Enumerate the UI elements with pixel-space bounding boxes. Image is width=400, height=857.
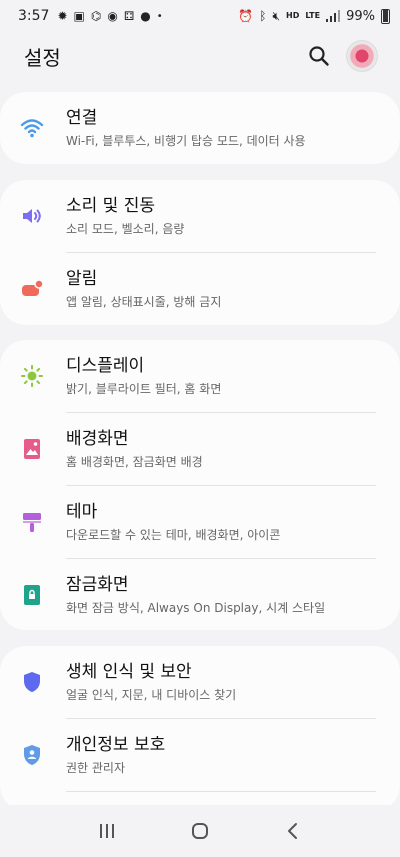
home-button[interactable] (180, 811, 220, 851)
privacy-icon (20, 743, 44, 767)
settings-item-text: 연결 Wi-Fi, 블루투스, 비행기 탑승 모드, 데이터 사용 (66, 107, 384, 149)
more-notifications-dot-icon: • (156, 10, 163, 22)
settings-item-subtitle: 앱 알림, 상태표시줄, 방해 금지 (66, 295, 222, 309)
settings-item-subtitle: 권한 관리자 (66, 761, 126, 775)
settings-item-title: 알림 (66, 269, 98, 289)
settings-item-wallpaper[interactable]: 배경화면 홈 배경화면, 잠금화면 배경 (0, 413, 400, 485)
settings-item-text: 소리 및 진동 소리 모드, 벨소리, 음량 (66, 195, 384, 237)
settings-item-notifications[interactable]: 알림 앱 알림, 상태표시줄, 방해 금지 (0, 253, 400, 325)
settings-item-subtitle: 소리 모드, 벨소리, 음량 (66, 222, 185, 236)
theme-brush-icon (20, 510, 44, 534)
battery-icon (381, 8, 390, 24)
lock-screen-icon (20, 583, 44, 607)
settings-item-text: 알림 앱 알림, 상태표시줄, 방해 금지 (66, 268, 384, 310)
status-bar-left: 3:57 ✹ ▣ ⌬ ◉ ⚃ ● • (18, 8, 163, 24)
recent-apps-button[interactable] (87, 811, 127, 851)
app-notification-icon: ▣ (73, 9, 85, 23)
volume-icon (20, 204, 44, 228)
settings-item-title: 개인정보 보호 (66, 735, 166, 755)
message-notification-icon: ⌬ (90, 9, 102, 23)
settings-item-subtitle: 홈 배경화면, 잠금화면 배경 (66, 455, 203, 469)
settings-item-title: 테마 (66, 502, 98, 522)
settings-item-title: 소리 및 진동 (66, 196, 156, 216)
settings-item-title: 연결 (66, 108, 98, 128)
grid-notification-icon: ⚃ (123, 9, 135, 23)
header-actions (308, 40, 378, 72)
settings-item-title: 생체 인식 및 보안 (66, 662, 192, 682)
settings-item-text: 잠금화면 화면 잠금 방식, Always On Display, 시계 스타일 (66, 574, 384, 616)
settings-item-text: 테마 다운로드할 수 있는 테마, 배경화면, 아이콘 (66, 501, 384, 543)
settings-item-text: 배경화면 홈 배경화면, 잠금화면 배경 (66, 428, 384, 470)
brightness-icon (20, 364, 44, 388)
settings-card-sound: 소리 및 진동 소리 모드, 벨소리, 음량 알림 앱 알림, 상태표시줄, 방… (0, 180, 400, 325)
mute-icon: 🔇︎ (272, 9, 281, 23)
settings-card-connections: 연결 Wi-Fi, 블루투스, 비행기 탑승 모드, 데이터 사용 (0, 92, 400, 164)
signal-icon (326, 10, 341, 22)
settings-item-title: 배경화면 (66, 429, 129, 449)
status-bar-right: ⏰ ᛒ 🔇︎ HD LTE 99% (238, 8, 390, 24)
settings-item-privacy[interactable]: 개인정보 보호 권한 관리자 (0, 719, 400, 791)
page-title: 설정 (24, 45, 61, 70)
status-bar: 3:57 ✹ ▣ ⌬ ◉ ⚃ ● • ⏰ ᛒ 🔇︎ HD LTE 99% (0, 0, 400, 32)
search-icon[interactable] (308, 45, 330, 67)
settings-item-lock-screen[interactable]: 잠금화면 화면 잠금 방식, Always On Display, 시계 스타일 (0, 559, 400, 631)
settings-card-display: 디스플레이 밝기, 블루라이트 필터, 홈 화면 배경화면 홈 배경화면, 잠금… (0, 340, 400, 630)
settings-item-text: 개인정보 보호 권한 관리자 (66, 734, 384, 776)
settings-item-themes[interactable]: 테마 다운로드할 수 있는 테마, 배경화면, 아이콘 (0, 486, 400, 558)
home-icon (191, 823, 208, 839)
settings-item-subtitle: 밝기, 블루라이트 필터, 홈 화면 (66, 382, 222, 396)
back-button[interactable] (273, 811, 313, 851)
battery-percent: 99% (346, 8, 375, 24)
status-time: 3:57 (18, 8, 50, 24)
alarm-icon: ⏰ (238, 9, 254, 23)
settings-gear-notification-icon: ✹ (57, 9, 68, 23)
settings-item-connections[interactable]: 연결 Wi-Fi, 블루투스, 비행기 탑승 모드, 데이터 사용 (0, 92, 400, 164)
settings-item-subtitle: 얼굴 인식, 지문, 내 디바이스 찾기 (66, 688, 237, 702)
back-icon (288, 823, 298, 839)
navigation-bar (0, 805, 400, 857)
chat-notification-icon: ● (140, 9, 151, 23)
pass-notification-icon: ◉ (107, 9, 118, 23)
settings-item-subtitle: Wi-Fi, 블루투스, 비행기 탑승 모드, 데이터 사용 (66, 134, 306, 148)
settings-item-display[interactable]: 디스플레이 밝기, 블루라이트 필터, 홈 화면 (0, 340, 400, 412)
settings-item-biometrics-security[interactable]: 생체 인식 및 보안 얼굴 인식, 지문, 내 디바이스 찾기 (0, 646, 400, 718)
notification-icon (20, 277, 44, 301)
settings-item-subtitle: 다운로드할 수 있는 테마, 배경화면, 아이콘 (66, 528, 281, 542)
settings-item-subtitle: 화면 잠금 방식, Always On Display, 시계 스타일 (66, 601, 326, 615)
settings-item-text: 디스플레이 밝기, 블루라이트 필터, 홈 화면 (66, 355, 384, 397)
profile-avatar[interactable] (346, 40, 378, 72)
settings-item-title: 디스플레이 (66, 356, 145, 376)
divider (66, 791, 376, 792)
hd-label: HD (286, 11, 300, 20)
settings-card-security: 생체 인식 및 보안 얼굴 인식, 지문, 내 디바이스 찾기 개인정보 보호 … (0, 646, 400, 811)
settings-item-title: 잠금화면 (66, 575, 129, 595)
recent-apps-icon (99, 824, 114, 838)
wifi-icon (20, 116, 44, 140)
header: 설정 (0, 32, 400, 80)
bluetooth-icon: ᛒ (259, 9, 267, 23)
settings-item-sound[interactable]: 소리 및 진동 소리 모드, 벨소리, 음량 (0, 180, 400, 252)
settings-item-text: 생체 인식 및 보안 얼굴 인식, 지문, 내 디바이스 찾기 (66, 661, 384, 703)
shield-icon (20, 670, 44, 694)
lte-label: LTE (305, 11, 321, 20)
wallpaper-icon (20, 437, 44, 461)
